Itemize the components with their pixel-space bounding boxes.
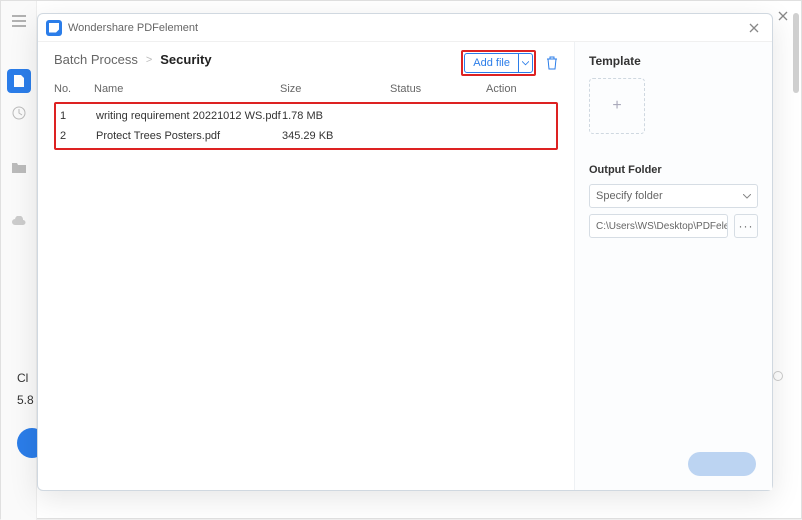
close-icon <box>749 23 759 33</box>
batch-process-dialog: Wondershare PDFelement Batch Process > S… <box>37 13 773 491</box>
output-folder-label: Output Folder <box>589 164 758 176</box>
cell-name: writing requirement 20221012 WS.pdf <box>96 110 282 122</box>
chevron-down-icon <box>743 194 751 199</box>
close-icon <box>778 11 788 21</box>
app-title: Wondershare PDFelement <box>68 22 744 34</box>
add-file-highlight: Add file <box>461 50 536 76</box>
add-file-label: Add file <box>465 57 518 69</box>
dialog-titlebar: Wondershare PDFelement <box>38 14 772 42</box>
clock-icon <box>12 106 26 120</box>
template-section-title: Template <box>589 54 758 68</box>
add-file-dropdown[interactable] <box>518 54 532 72</box>
file-list-pane: Batch Process > Security Add file <box>38 42 574 490</box>
header-action: Action <box>486 83 546 95</box>
cell-no: 1 <box>56 110 96 122</box>
add-file-button[interactable]: Add file <box>464 53 533 73</box>
sidebar-item-cloud[interactable] <box>7 209 31 233</box>
header-no: No. <box>54 83 94 95</box>
background-text: Cl 5.8 <box>17 371 34 415</box>
cell-status <box>392 130 488 142</box>
cell-status <box>392 110 488 122</box>
sidebar-item-folder[interactable] <box>7 155 31 179</box>
cell-action <box>488 110 548 122</box>
folder-icon <box>12 161 26 173</box>
outer-window: Cl 5.8 Wondershare PDFelement Batch Proc… <box>0 0 802 519</box>
apply-button[interactable] <box>688 452 756 476</box>
cell-name: Protect Trees Posters.pdf <box>96 130 282 142</box>
header-size: Size <box>280 83 390 95</box>
pager-indicator <box>773 371 783 381</box>
chevron-down-icon <box>522 61 529 66</box>
output-path-input[interactable]: C:\Users\WS\Desktop\PDFelement\Sec <box>589 214 728 238</box>
file-icon <box>13 74 25 88</box>
menu-icon <box>12 15 26 27</box>
scrollbar[interactable] <box>793 13 799 93</box>
cell-no: 2 <box>56 130 96 142</box>
breadcrumb-current: Security <box>160 52 211 67</box>
sidebar-item-recent[interactable] <box>7 101 31 125</box>
header-status: Status <box>390 83 486 95</box>
table-row[interactable]: 1 writing requirement 20221012 WS.pdf 1.… <box>56 106 556 126</box>
dialog-close-button[interactable] <box>744 18 764 38</box>
output-path-text: C:\Users\WS\Desktop\PDFelement\Sec <box>596 221 728 232</box>
bg-label-1: Cl <box>17 371 34 385</box>
cloud-icon <box>11 216 27 226</box>
file-toolbar: Add file <box>461 50 560 76</box>
bg-label-2: 5.8 <box>17 393 34 407</box>
header-name: Name <box>94 83 280 95</box>
browse-folder-button[interactable]: ··· <box>734 214 758 238</box>
breadcrumb-parent[interactable]: Batch Process <box>54 52 138 67</box>
specify-folder-text: Specify folder <box>596 190 663 202</box>
app-icon <box>46 20 62 36</box>
table-header: No. Name Size Status Action <box>54 77 558 102</box>
plus-icon: + <box>612 97 621 115</box>
sidebar-item-menu[interactable] <box>7 9 31 33</box>
specify-folder-select[interactable]: Specify folder <box>589 184 758 208</box>
clear-list-button[interactable] <box>544 55 560 71</box>
settings-pane: Template + Output Folder Specify folder … <box>574 42 772 490</box>
add-template-button[interactable]: + <box>589 78 645 134</box>
breadcrumb-separator: > <box>146 54 152 66</box>
cell-action <box>488 130 548 142</box>
file-rows-highlight: 1 writing requirement 20221012 WS.pdf 1.… <box>54 102 558 150</box>
cell-size: 345.29 KB <box>282 130 392 142</box>
outer-close-button[interactable] <box>771 4 795 28</box>
table-row[interactable]: 2 Protect Trees Posters.pdf 345.29 KB <box>56 126 556 146</box>
cell-size: 1.78 MB <box>282 110 392 122</box>
sidebar-item-file[interactable] <box>7 69 31 93</box>
trash-icon <box>545 56 559 70</box>
